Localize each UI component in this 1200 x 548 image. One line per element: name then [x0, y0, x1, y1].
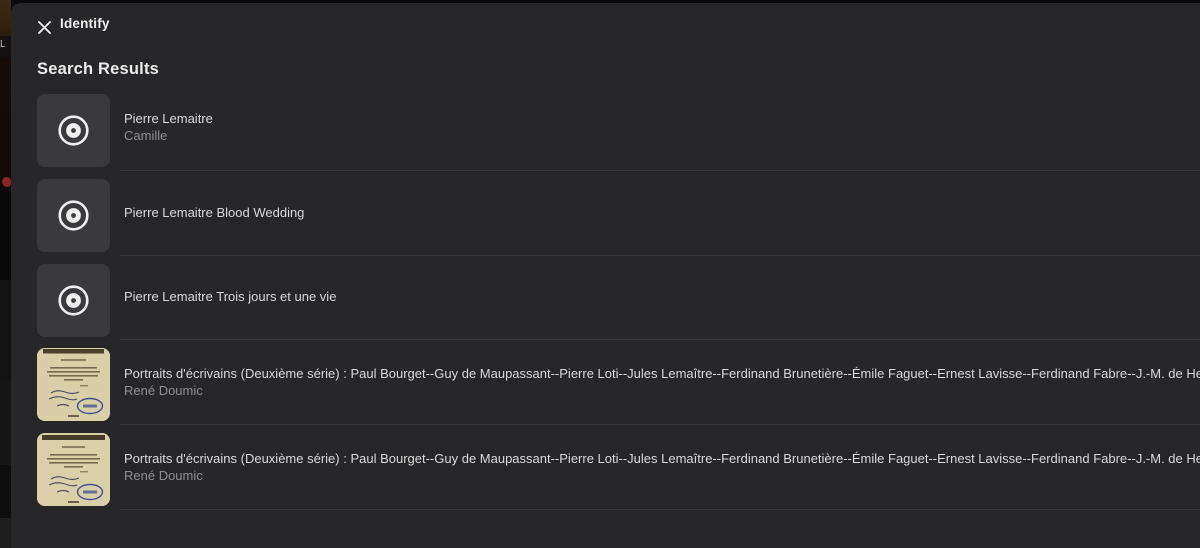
book-cover-art	[37, 348, 110, 422]
disc-icon	[58, 115, 89, 146]
identify-modal: Identify Search Results Pierre Lemaitre …	[11, 3, 1200, 548]
disc-icon	[58, 200, 89, 231]
background-artwork-fragment	[2, 177, 11, 187]
background-text-fragment: L	[0, 39, 6, 50]
result-subtitle: Camille	[124, 128, 168, 144]
search-result-row[interactable]: Portraits d'écrivains (Deuxième série) :…	[11, 340, 1200, 426]
search-result-row[interactable]: Portraits d'écrivains (Deuxième série) :…	[11, 425, 1200, 510]
book-cover-thumbnail	[37, 433, 110, 507]
result-title: Pierre Lemaitre Trois jours et une vie	[124, 289, 337, 305]
disc-thumbnail	[37, 94, 110, 167]
search-result-row[interactable]: Pierre Lemaitre Blood Wedding	[11, 171, 1200, 256]
background-app-edge: L	[0, 0, 11, 548]
result-title: Portraits d'écrivains (Deuxième série) :…	[124, 450, 1200, 466]
result-title: Portraits d'écrivains (Deuxième série) :…	[124, 365, 1200, 381]
disc-thumbnail	[37, 263, 110, 337]
result-subtitle: René Doumic	[124, 467, 203, 483]
section-title: Search Results	[37, 60, 160, 78]
disc-icon	[58, 284, 89, 316]
search-results-list: Pierre Lemaitre Camille Pierre Lemaitre …	[11, 86, 1200, 510]
book-cover-art	[37, 433, 110, 507]
modal-title: Identify	[60, 16, 110, 31]
background-artwork	[0, 0, 11, 36]
result-subtitle: René Doumic	[124, 382, 203, 398]
search-result-row[interactable]: Pierre Lemaitre Trois jours et une vie	[11, 256, 1200, 341]
disc-thumbnail	[37, 178, 110, 252]
modal-header: Identify	[11, 3, 1200, 49]
book-cover-thumbnail	[37, 348, 110, 422]
result-title: Pierre Lemaitre	[124, 111, 213, 127]
search-result-row[interactable]: Pierre Lemaitre Camille	[11, 86, 1200, 171]
close-icon	[37, 20, 51, 34]
close-button[interactable]	[30, 13, 58, 41]
result-title: Pierre Lemaitre Blood Wedding	[124, 204, 305, 220]
